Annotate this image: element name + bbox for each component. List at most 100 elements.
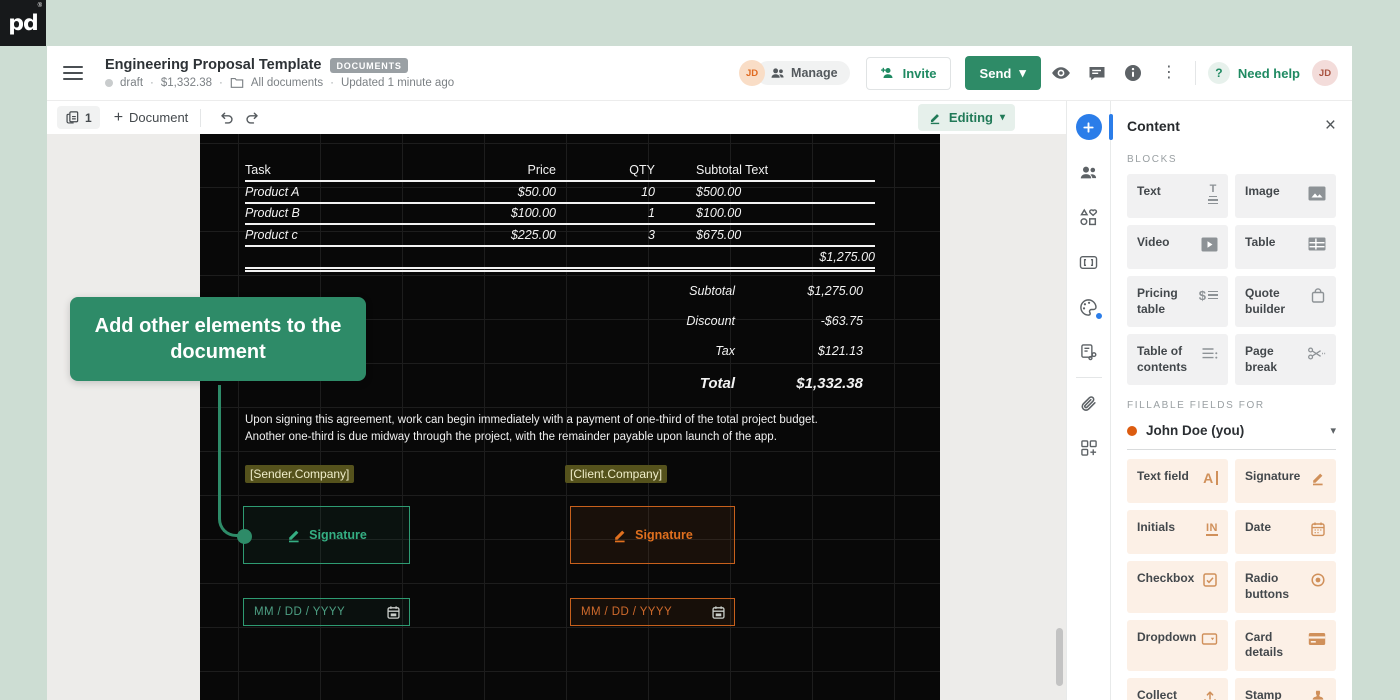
tooltip-connector-dot bbox=[237, 529, 252, 544]
client-date-field[interactable]: MM / DD / YYYY bbox=[570, 598, 735, 626]
table-of-contents-icon bbox=[1201, 344, 1218, 362]
undo-button[interactable] bbox=[213, 106, 239, 130]
collect-files-field-icon bbox=[1202, 688, 1218, 700]
invite-button[interactable]: Invite bbox=[865, 56, 951, 90]
send-button[interactable]: Send ▾ bbox=[964, 56, 1041, 90]
chevron-down-icon: ▾ bbox=[999, 112, 1005, 123]
signature-label: Signature bbox=[635, 528, 693, 542]
user-avatar[interactable]: JD bbox=[1312, 60, 1338, 86]
sender-date-field[interactable]: MM / DD / YYYY bbox=[243, 598, 410, 626]
need-help-button[interactable]: ? Need help bbox=[1207, 62, 1312, 84]
people-icon bbox=[771, 68, 784, 78]
block-quote-builder[interactable]: Quote builder bbox=[1235, 276, 1336, 328]
pages-chip[interactable]: 1 bbox=[57, 106, 100, 129]
card-details-field-icon bbox=[1308, 630, 1326, 648]
manage-label: Manage bbox=[791, 66, 838, 80]
avatar[interactable]: JD bbox=[739, 60, 766, 86]
client-company-token[interactable]: [Client.Company] bbox=[565, 465, 668, 483]
comments-button[interactable] bbox=[1081, 57, 1113, 89]
blocks-grid: Text T Image Video Table Pricing table $… bbox=[1127, 174, 1336, 386]
text-field-icon: A bbox=[1203, 469, 1218, 487]
folder-icon bbox=[230, 77, 244, 88]
redo-button[interactable] bbox=[239, 106, 265, 130]
sender-signature-field[interactable]: Signature bbox=[243, 506, 410, 564]
integrations-tab[interactable] bbox=[1076, 435, 1102, 461]
field-card-details[interactable]: Card details bbox=[1235, 619, 1336, 671]
image-block-icon bbox=[1308, 184, 1326, 202]
tooltip-connector-line bbox=[218, 385, 242, 537]
field-collect-files[interactable]: Collect files bbox=[1127, 677, 1228, 700]
signature-field-icon bbox=[1310, 469, 1326, 487]
status-draft: draft bbox=[120, 76, 144, 89]
field-stamp[interactable]: Stamp bbox=[1235, 677, 1336, 700]
pandadoc-logo[interactable]: pd ® bbox=[0, 0, 46, 46]
question-icon: ? bbox=[1207, 62, 1230, 84]
signature-label: Signature bbox=[309, 528, 367, 542]
folder-link[interactable]: All documents bbox=[251, 77, 323, 89]
recipients-tab[interactable] bbox=[1076, 159, 1102, 185]
block-text[interactable]: Text T bbox=[1127, 174, 1228, 218]
kebab-icon: ⋮ bbox=[1160, 64, 1177, 81]
more-menu-button[interactable]: ⋮ bbox=[1153, 57, 1185, 89]
page-title: Engineering Proposal Template bbox=[105, 57, 322, 73]
add-document-button[interactable]: + Document bbox=[114, 109, 189, 127]
panel-title: Content bbox=[1127, 117, 1180, 134]
title-block: Engineering Proposal Template DOCUMENTS … bbox=[105, 57, 454, 89]
manage-button[interactable]: Manage bbox=[756, 61, 850, 85]
field-radio-buttons[interactable]: Radio buttons bbox=[1235, 561, 1336, 613]
field-text-field[interactable]: Text field A bbox=[1127, 459, 1228, 504]
chevron-down-icon: ▾ bbox=[1330, 425, 1336, 438]
pandadoc-logo-glyph: pd bbox=[8, 11, 39, 35]
sidebar-icon-rail bbox=[1066, 101, 1113, 700]
add-content-tab[interactable] bbox=[1075, 114, 1102, 140]
field-initials[interactable]: Initials IN bbox=[1127, 510, 1228, 555]
block-pricing-table[interactable]: Pricing table $ bbox=[1127, 276, 1228, 328]
comment-icon bbox=[1089, 66, 1105, 80]
radio-buttons-field-icon bbox=[1310, 571, 1326, 589]
table-row: Product c $225.00 3 $675.00 bbox=[245, 225, 875, 247]
variables-tab[interactable] bbox=[1076, 249, 1102, 275]
workflow-tab[interactable] bbox=[1076, 339, 1102, 365]
divider bbox=[200, 108, 202, 127]
agreement-paragraph[interactable]: Upon signing this agreement, work can be… bbox=[245, 412, 837, 445]
plus-icon: + bbox=[113, 108, 124, 126]
block-table[interactable]: Table bbox=[1235, 225, 1336, 269]
table-line-total: $1,275.00 bbox=[245, 247, 875, 269]
fields-grid: Text field A Signature Initials IN Date … bbox=[1127, 459, 1336, 700]
attachments-tab[interactable] bbox=[1076, 390, 1102, 416]
close-icon[interactable]: × bbox=[1325, 116, 1336, 135]
block-table-of-contents[interactable]: Table of contents bbox=[1127, 334, 1228, 386]
shapes-icon bbox=[1080, 208, 1098, 225]
vertical-scrollbar[interactable] bbox=[1056, 628, 1063, 686]
pen-icon bbox=[289, 530, 299, 543]
menu-icon[interactable] bbox=[63, 66, 83, 80]
registered-mark: ® bbox=[37, 3, 42, 9]
sender-company-token[interactable]: [Sender.Company] bbox=[245, 465, 355, 483]
preview-button[interactable] bbox=[1045, 57, 1077, 89]
editor-toolbar: 1 + Document Editing ▾ bbox=[47, 101, 1066, 134]
design-tab[interactable] bbox=[1076, 294, 1103, 320]
table-header-row: Task Price QTY Subtotal Text bbox=[245, 159, 875, 182]
pages-icon bbox=[66, 111, 79, 124]
field-signature[interactable]: Signature bbox=[1235, 459, 1336, 504]
client-signature-field[interactable]: Signature bbox=[570, 506, 735, 564]
field-date[interactable]: Date bbox=[1235, 510, 1336, 555]
block-video[interactable]: Video bbox=[1127, 225, 1228, 269]
undo-icon bbox=[221, 112, 233, 124]
active-tab-indicator bbox=[1109, 114, 1113, 140]
redo-icon bbox=[246, 112, 258, 124]
info-button[interactable] bbox=[1117, 57, 1149, 89]
divider bbox=[1075, 377, 1102, 378]
pricing-table-block[interactable]: Task Price QTY Subtotal Text Product A $… bbox=[245, 159, 875, 272]
plus-icon bbox=[1083, 121, 1094, 133]
field-dropdown[interactable]: Dropdown bbox=[1127, 619, 1228, 671]
eye-icon bbox=[1051, 67, 1070, 79]
recipient-dropdown[interactable]: John Doe (you) ▾ bbox=[1127, 423, 1336, 451]
field-checkbox[interactable]: Checkbox bbox=[1127, 561, 1228, 613]
need-help-label: Need help bbox=[1237, 65, 1300, 81]
document-page[interactable]: Task Price QTY Subtotal Text Product A $… bbox=[200, 134, 940, 700]
shapes-tab[interactable] bbox=[1076, 204, 1102, 230]
block-image[interactable]: Image bbox=[1235, 174, 1336, 218]
block-page-break[interactable]: Page break bbox=[1235, 334, 1336, 386]
editing-mode-dropdown[interactable]: Editing ▾ bbox=[917, 104, 1015, 131]
